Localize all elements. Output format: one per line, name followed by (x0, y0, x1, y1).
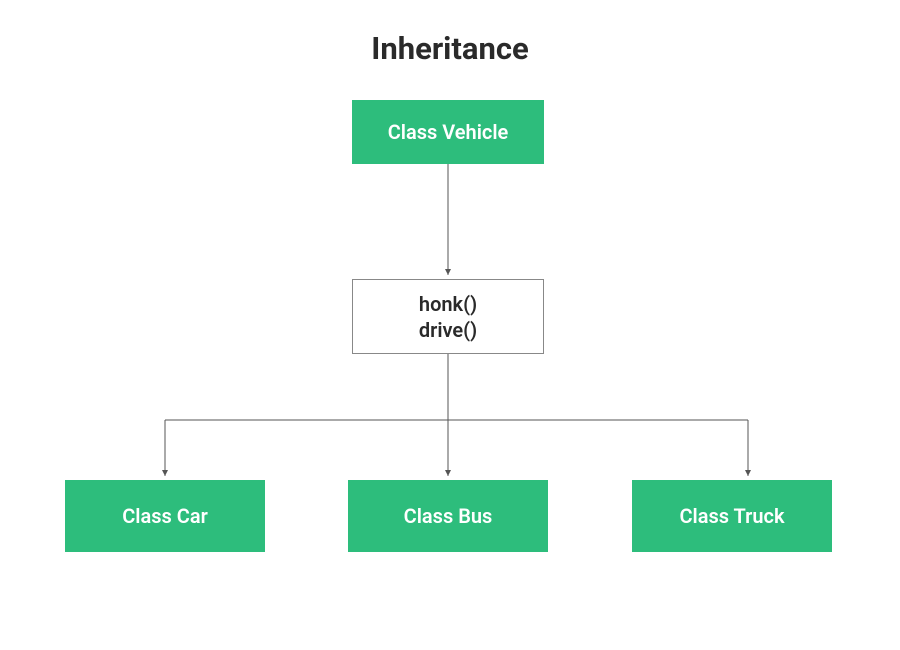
methods-box: honk() drive() (352, 279, 544, 354)
class-bus-label: Class Bus (404, 504, 493, 528)
class-bus-box: Class Bus (348, 480, 548, 552)
diagram-title: Inheritance (0, 30, 900, 67)
class-vehicle-box: Class Vehicle (352, 100, 544, 164)
class-vehicle-label: Class Vehicle (388, 120, 509, 144)
method-drive: drive() (419, 317, 477, 343)
method-honk: honk() (419, 291, 477, 317)
class-truck-box: Class Truck (632, 480, 832, 552)
class-car-label: Class Car (122, 504, 208, 528)
class-truck-label: Class Truck (679, 504, 784, 528)
class-car-box: Class Car (65, 480, 265, 552)
